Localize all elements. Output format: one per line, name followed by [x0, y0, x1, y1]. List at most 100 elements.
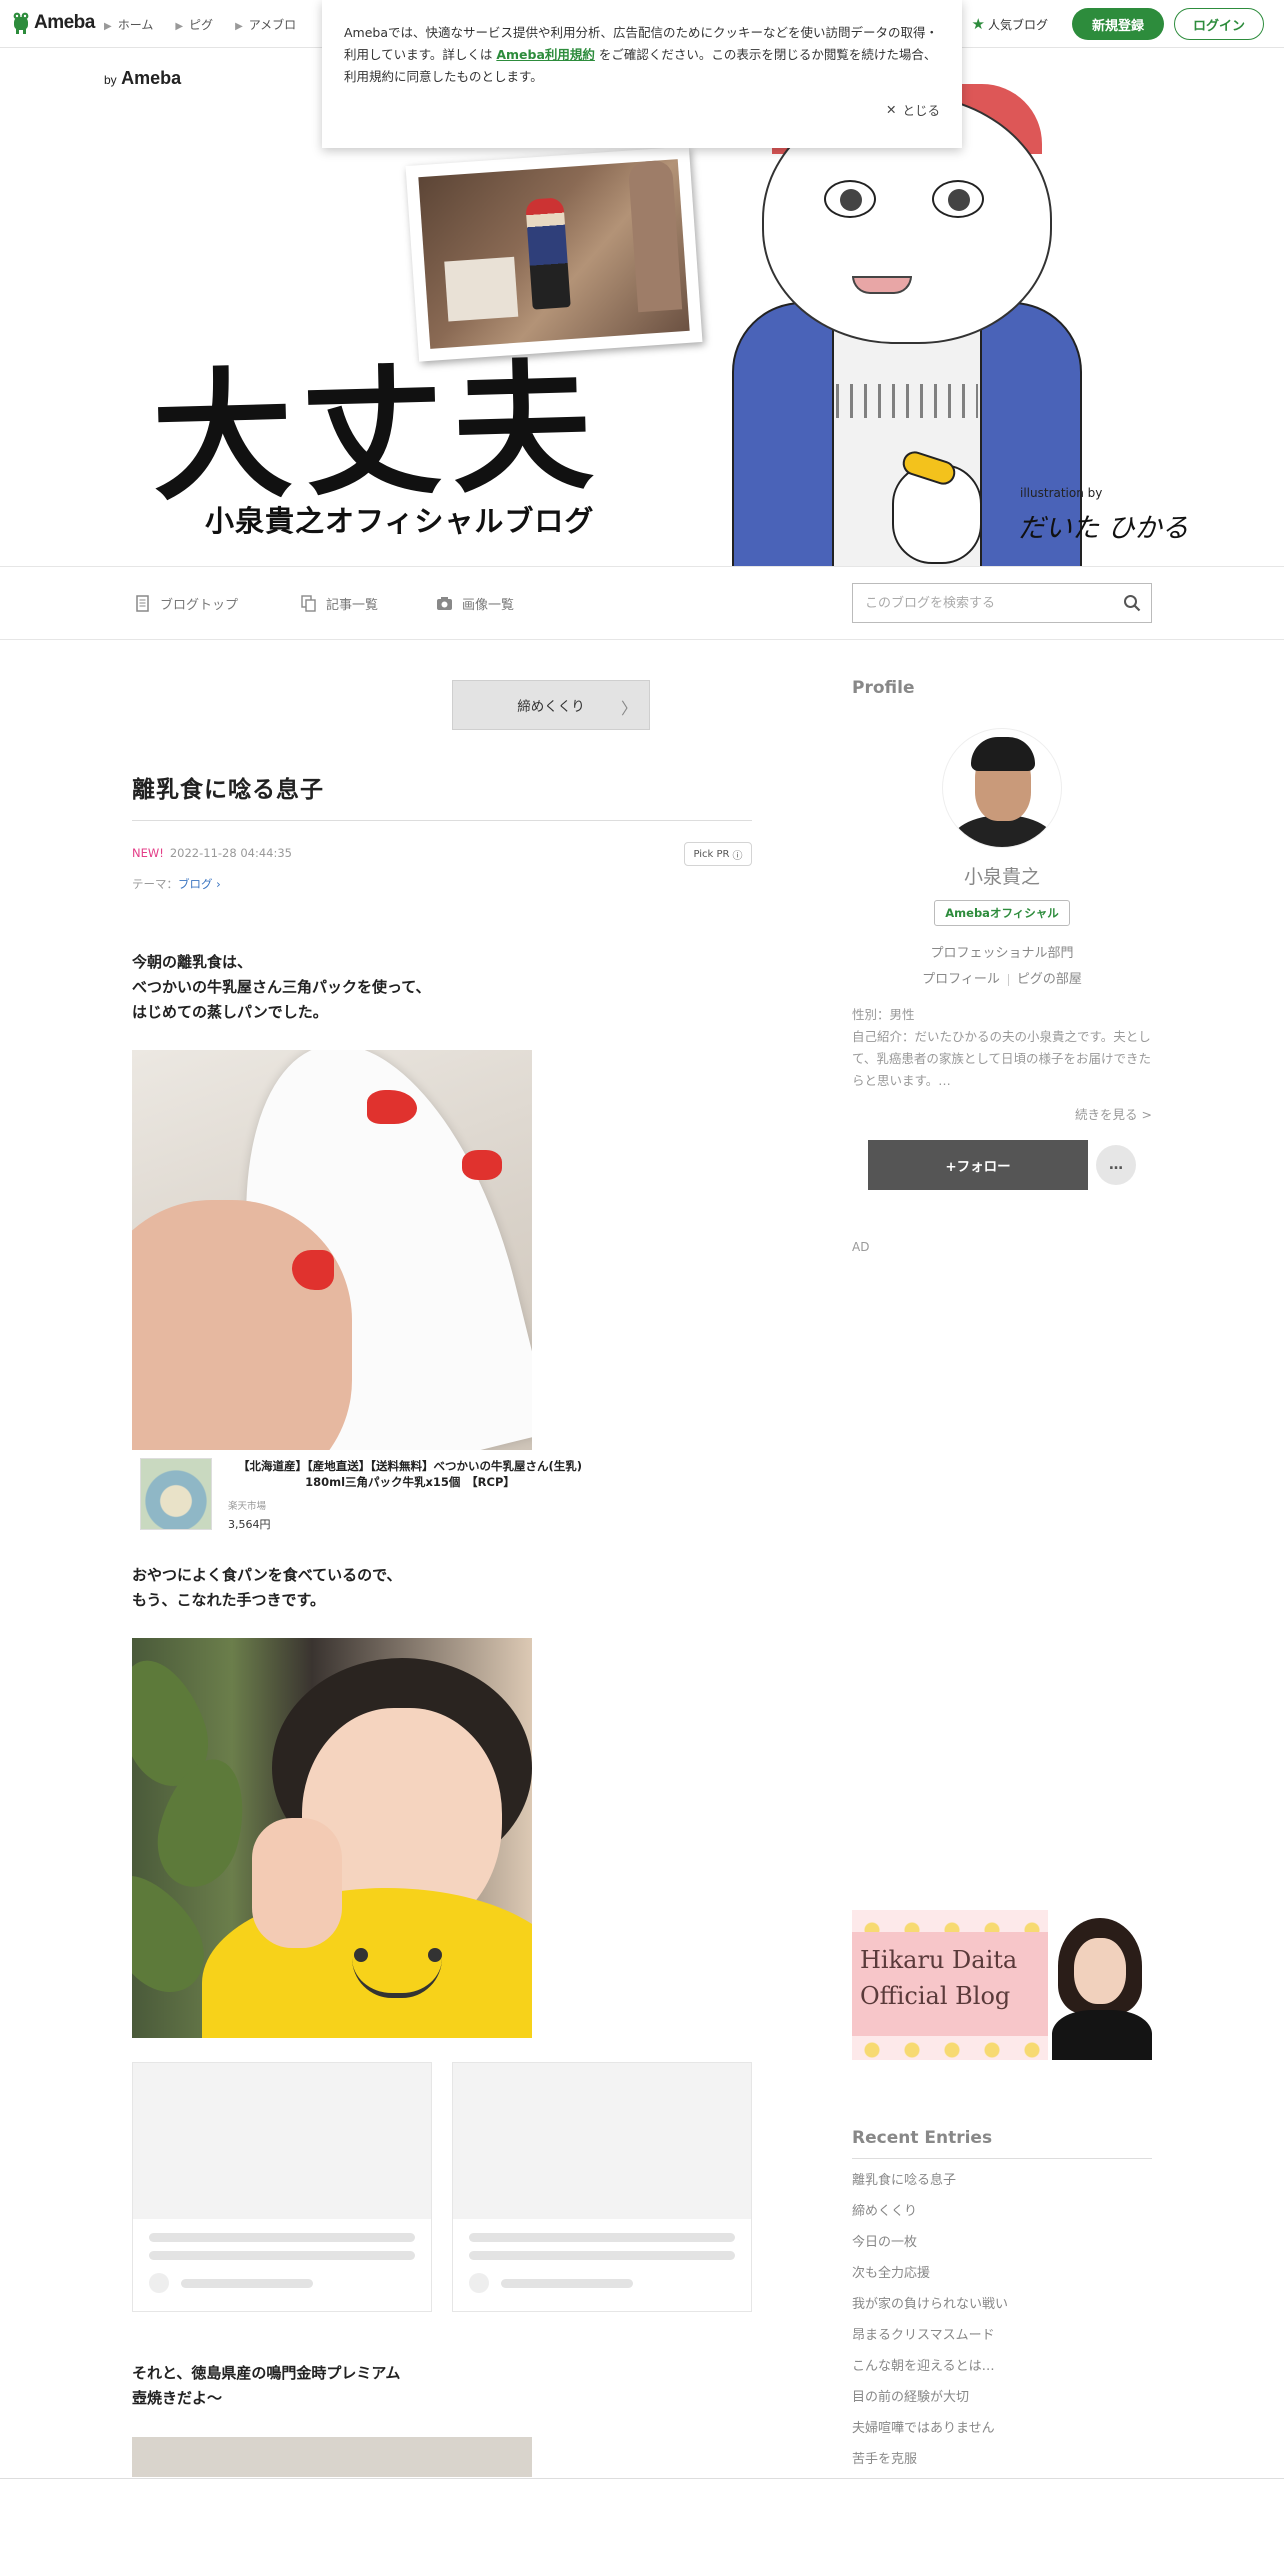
entry-paragraph: おやつによく食パンを食べているので、 もう、こなれた手つきです。 — [132, 1566, 402, 1609]
product-card[interactable]: 【北海道産】【産地直送】【送料無料】べつかいの牛乳屋さん(生乳) 180ml三角… — [132, 1454, 592, 1534]
recent-entry-link[interactable]: こんな朝を迎えるとは… — [852, 2356, 1152, 2387]
blog-search-input[interactable] — [853, 584, 1103, 622]
theme-label: テーマ： — [132, 877, 178, 891]
ad-label: AD — [852, 1240, 870, 1254]
document-icon — [136, 595, 149, 612]
search-icon[interactable] — [1123, 594, 1141, 612]
milk-pack-photo[interactable] — [132, 1050, 532, 1450]
ameba-logo[interactable]: Ameba — [12, 12, 95, 34]
related-card-placeholder[interactable] — [452, 2062, 752, 2312]
more-menu-button[interactable]: … — [1096, 1145, 1136, 1185]
profile-links: プロフィール ピグの部屋 — [852, 968, 1152, 987]
menu-entry-list-label: 記事一覧 — [326, 598, 379, 613]
theme-link-label: ブログ — [178, 877, 213, 891]
blog-subtitle: 小泉貴之オフィシャルブログ — [205, 504, 595, 538]
profile-info: 性別：男性 自己紹介：だいたひかるの夫の小泉貴之です。夫として、乳癌患者の家族と… — [852, 1004, 1152, 1092]
profile-heading: Profile — [852, 678, 915, 698]
cookie-text: Amebaでは、快適なサービス提供や利用分析、広告配信のためにクッキーなどを使い… — [344, 22, 940, 88]
profile-gender: 性別：男性 — [852, 1007, 915, 1022]
product-thumbnail — [140, 1458, 212, 1530]
blog-menu: ブログトップ 記事一覧 画像一覧 — [0, 566, 1284, 640]
prev-entry-label: 締めくくり — [517, 699, 585, 715]
profile-name[interactable]: 小泉貴之 — [852, 862, 1152, 889]
recent-entries-list: 離乳食に唸る息子 締めくくり 今日の一枚 次も全力応援 我が家の負けられない戦い… — [852, 2170, 1152, 2480]
avatar[interactable] — [942, 728, 1062, 848]
recent-entry-link[interactable]: 苦手を克服 — [852, 2449, 1152, 2480]
hikaru-daita-blog-banner[interactable]: Hikaru Daita Official Blog — [852, 1910, 1152, 2060]
star-icon: ★ — [971, 15, 985, 33]
pig-room-link[interactable]: ピグの部屋 — [1017, 972, 1082, 987]
pick-pr-label: Pick PR — [693, 848, 730, 860]
menu-image-list[interactable]: 画像一覧 — [436, 594, 514, 613]
register-button[interactable]: 新規登録 — [1071, 8, 1164, 40]
recent-entry-link[interactable]: 今日の一枚 — [852, 2232, 1152, 2263]
recent-divider — [852, 2158, 1152, 2159]
entry-date: 2022-11-28 04:44:35 — [169, 846, 292, 860]
ameba-frog-icon — [13, 12, 29, 34]
popular-blogs-label: 人気ブログ — [987, 17, 1048, 32]
theme-link[interactable]: ブログ › — [178, 877, 221, 891]
banner-text-line2: Official Blog — [860, 1982, 1011, 2010]
sweet-potato-photo[interactable] — [132, 2437, 532, 2477]
recent-entry-link[interactable]: 夫婦喧嘩ではありません — [852, 2418, 1152, 2449]
title-divider — [132, 820, 752, 821]
recent-entries-heading: Recent Entries — [852, 2128, 993, 2148]
ameba-logo-text: Ameba — [34, 12, 95, 33]
menu-entry-list[interactable]: 記事一覧 — [300, 594, 378, 613]
illustrator-signature: だいた ひかる — [1018, 513, 1189, 544]
recent-entry-link[interactable]: 我が家の負けられない戦い — [852, 2294, 1152, 2325]
nav-pigg-label: ピグ — [189, 18, 214, 32]
pick-pr-button[interactable]: Pick PR ⓘ — [684, 842, 752, 866]
chevron-right-icon: 〉 — [620, 699, 637, 718]
baby-eating-photo[interactable] — [132, 1638, 532, 2038]
camera-icon — [437, 597, 452, 610]
recent-entry-link[interactable]: 目の前の経験が大切 — [852, 2387, 1152, 2418]
follow-button[interactable]: +フォロー — [868, 1140, 1088, 1190]
terms-link[interactable]: Ameba利用規約 — [496, 47, 595, 62]
product-shop: 楽天市場 — [228, 1501, 267, 1512]
menu-blog-top[interactable]: ブログトップ — [134, 594, 238, 613]
popular-blogs-link[interactable]: ★ 人気ブログ — [972, 15, 1048, 33]
copy-icon — [301, 595, 316, 612]
recent-entry-link[interactable]: 次も全力応援 — [852, 2263, 1152, 2294]
new-badge: NEW! — [132, 846, 164, 860]
blog-title: 大丈夫 — [150, 345, 605, 521]
nav-ameblo-label: アメブロ — [248, 18, 297, 32]
global-nav: ▶ ホーム ▶ ピグ ▶ アメブロ — [104, 16, 296, 33]
profile-link[interactable]: プロフィール — [922, 972, 1000, 987]
nav-home[interactable]: ▶ ホーム — [104, 16, 153, 33]
profile-intro: 自己紹介：だいたひかるの夫の小泉貴之です。夫として、乳癌患者の家族として日頃の様… — [852, 1029, 1152, 1088]
entry-meta: NEW! 2022-11-28 04:44:35 — [132, 846, 292, 860]
product-name: 【北海道産】【産地直送】【送料無料】べつかいの牛乳屋さん(生乳) 180ml三角… — [237, 1459, 582, 1489]
profile-department: プロフェッショナル部門 — [930, 946, 1074, 961]
cookie-notice: Amebaでは、快適なサービス提供や利用分析、広告配信のためにクッキーなどを使い… — [322, 0, 962, 148]
nav-ameblo[interactable]: ▶ アメブロ — [235, 16, 296, 33]
cookie-close-button[interactable]: ✕ とじる — [886, 100, 940, 119]
prev-entry-button[interactable]: 締めくくり 〉 — [452, 680, 650, 730]
banner-text-line1: Hikaru Daita — [860, 1946, 1018, 1974]
related-cards — [132, 2062, 752, 2312]
by-ameba-logo: by Ameba — [104, 68, 181, 89]
related-card-placeholder[interactable] — [132, 2062, 432, 2312]
official-badge: Amebaオフィシャル — [934, 900, 1070, 926]
entry-paragraph: それと、徳島県産の鳴門金時プレミアム 壺焼きだよ〜 — [132, 2364, 401, 2407]
recent-entry-link[interactable]: 離乳食に唸る息子 — [852, 2170, 1152, 2201]
blog-search — [852, 583, 1152, 623]
product-price: 3,564円 — [228, 1518, 271, 1531]
entry-paragraph: 今朝の離乳食は、 べつかいの牛乳屋さん三角パックを使って、 はじめての蒸しパンで… — [132, 953, 431, 1021]
entry-theme: テーマ：ブログ › — [132, 876, 221, 892]
divider — [1007, 973, 1009, 986]
recent-entry-link[interactable]: 締めくくり — [852, 2201, 1152, 2232]
by-label: by — [104, 73, 117, 87]
menu-blog-top-label: ブログトップ — [160, 598, 239, 613]
chevron-right-icon: ▶ — [104, 21, 112, 32]
menu-image-list-label: 画像一覧 — [462, 598, 515, 613]
profile-more-link[interactable]: 続きを見る > — [852, 1104, 1152, 1123]
recent-entry-link[interactable]: 昂まるクリスマスムード — [852, 2325, 1152, 2356]
illustration-credit: illustration by — [1020, 486, 1103, 500]
login-button[interactable]: ログイン — [1173, 8, 1264, 40]
chevron-right-icon: ▶ — [175, 21, 184, 32]
close-icon: ✕ — [886, 102, 897, 117]
entry-title[interactable]: 離乳食に唸る息子 — [132, 770, 324, 804]
nav-pigg[interactable]: ▶ ピグ — [175, 16, 213, 33]
